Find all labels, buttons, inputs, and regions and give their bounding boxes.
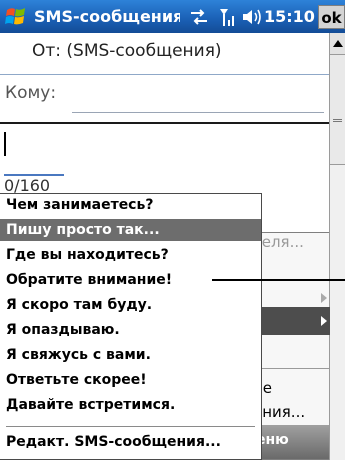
ok-button[interactable]: ok: [318, 5, 345, 29]
window-title: SMS-сообщения: [34, 7, 180, 26]
quick-text-item[interactable]: Где вы находитесь?: [0, 244, 261, 266]
sync-icon[interactable]: [188, 7, 210, 27]
quick-text-menu: Чем занимаетесь? Пишу просто так... Где …: [0, 193, 262, 460]
quick-text-item[interactable]: Ответьте скорее!: [0, 369, 261, 391]
scroll-grip-icon: [333, 119, 342, 122]
text-cursor: [4, 132, 6, 156]
header-divider: [0, 122, 329, 124]
signal-icon[interactable]: [218, 6, 238, 28]
clock[interactable]: 15:10: [264, 7, 316, 27]
quick-text-item[interactable]: Давайте встретимся.: [0, 394, 261, 416]
to-field[interactable]: [72, 79, 324, 113]
scroll-thumb[interactable]: [330, 55, 345, 165]
menu-separator: [6, 426, 255, 427]
scroll-up-arrow-icon[interactable]: [330, 33, 345, 55]
quick-text-item[interactable]: Я свяжусь с вами.: [0, 344, 261, 366]
from-row[interactable]: От: (SMS-сообщения): [0, 33, 329, 75]
quick-text-item[interactable]: Я скоро там буду.: [0, 294, 261, 316]
quick-text-item[interactable]: Я опаздываю.: [0, 319, 261, 341]
callout-line: [212, 279, 345, 281]
quick-text-item-selected[interactable]: Пишу просто так...: [0, 219, 261, 241]
submenu-arrow-icon: [321, 293, 327, 303]
start-flag-icon[interactable]: [3, 4, 29, 30]
to-row: Кому:: [0, 75, 329, 117]
quick-text-item[interactable]: Чем занимаетесь?: [0, 194, 261, 216]
submenu-arrow-icon: [321, 316, 327, 326]
from-label: От: (SMS-сообщения): [32, 41, 222, 61]
edit-sms-item[interactable]: Редакт. SMS-сообщения...: [0, 431, 261, 453]
to-label: Кому:: [5, 83, 57, 103]
title-bar: SMS-сообщения 15:10 ok: [0, 0, 345, 33]
scrollbar[interactable]: [329, 33, 345, 460]
volume-icon[interactable]: [241, 7, 263, 27]
